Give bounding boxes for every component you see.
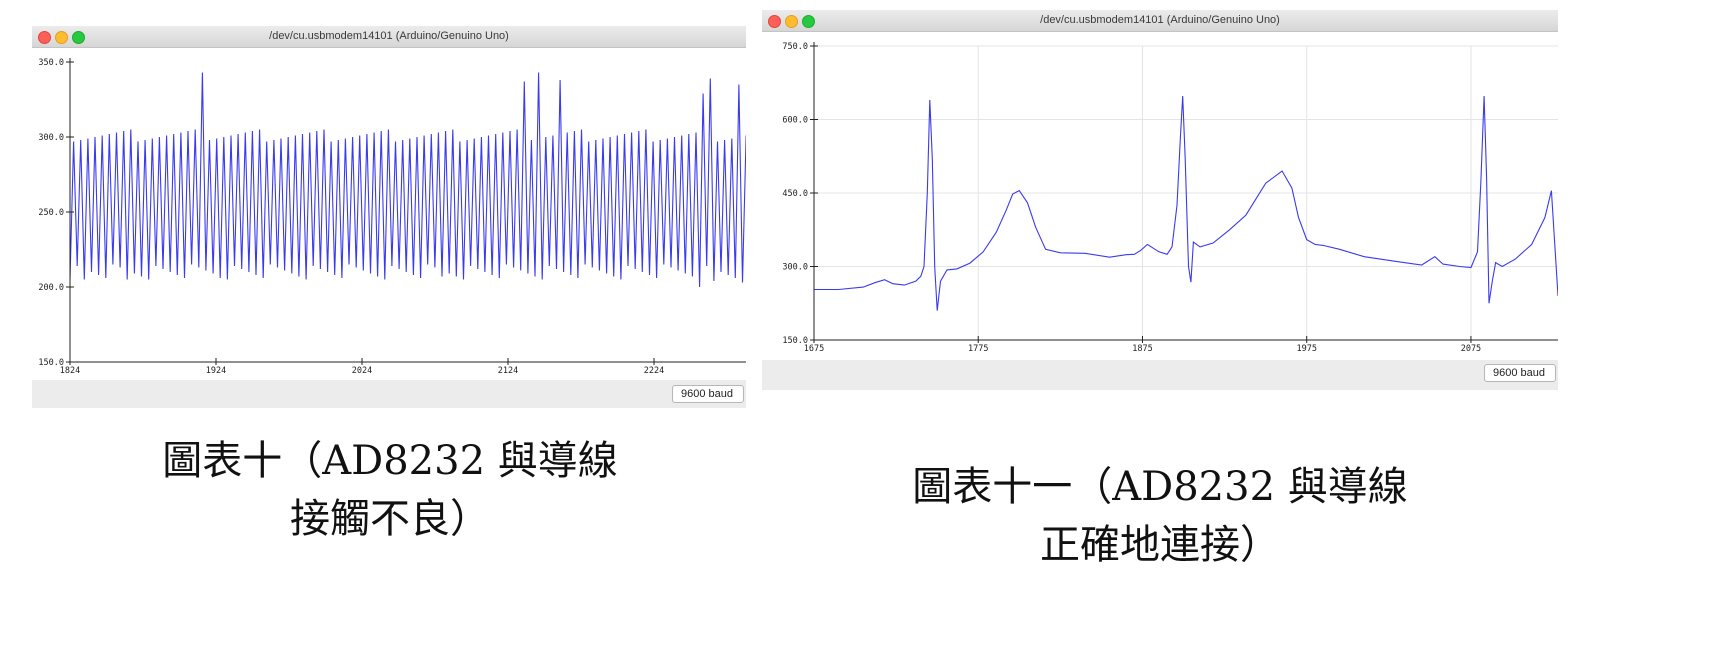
x-tick-label: 1875 [1132,344,1152,354]
left-titlebar: /dev/cu.usbmodem14101 (Arduino/Genuino U… [32,26,746,48]
x-tick-label: 1824 [60,366,80,376]
x-tick-label: 2024 [352,366,372,376]
left-plot-area: 150.0 200.0 250.0 300.0 350.0 1824 1924 2024 212… [32,48,746,380]
right-footer: 9600 baud [762,360,1558,390]
right-plot-area: 150.0 300.0 450.0 600.0 750.0 1675 1775 1875 197… [762,32,1558,368]
left-caption: 圖表十（AD8232 與導線 接觸不良） [80,432,700,548]
window-title: /dev/cu.usbmodem14101 (Arduino/Genuino U… [1040,14,1280,26]
x-tick-label: 2075 [1461,344,1481,354]
x-tick-label: 2224 [644,366,664,376]
baud-rate-select[interactable]: 9600 baud [1484,364,1556,382]
y-tick-label: 450.0 [782,189,808,199]
x-tick-label: 1924 [206,366,226,376]
left-chart: 150.0200.0250.0300.0350.01824 1924 2024 212… [38,58,746,376]
y-tick-label: 300.0 [782,263,808,273]
right-chart: 150.0300.0450.0600.0750.01675 1775 1875 197… [782,42,1558,354]
window-title: /dev/cu.usbmodem14101 (Arduino/Genuino U… [269,30,509,42]
x-tick-label: 1675 [804,344,824,354]
series-line [70,72,746,288]
x-tick-label: 1975 [1296,344,1316,354]
left-footer: 9600 baud [32,380,746,408]
y-tick-label: 300.0 [38,133,64,143]
x-tick-label: 1775 [968,344,988,354]
y-tick-label: 750.0 [782,42,808,52]
right-caption: 圖表十一（AD8232 與導線 正確地連接） [840,458,1480,574]
series-line [814,95,1558,311]
right-serial-plotter-window: /dev/cu.usbmodem14101 (Arduino/Genuino U… [762,10,1558,390]
right-caption-line2: 正確地連接） [1040,522,1280,568]
y-tick-label: 350.0 [38,58,64,68]
y-tick-label: 600.0 [782,116,808,126]
x-tick-label: 2124 [498,366,518,376]
y-tick-label: 200.0 [38,283,64,293]
y-tick-label: 250.0 [38,208,64,218]
left-serial-plotter-window: /dev/cu.usbmodem14101 (Arduino/Genuino U… [32,26,746,408]
right-caption-line1: 圖表十一（AD8232 與導線 [912,464,1408,510]
left-caption-line1: 圖表十（AD8232 與導線 [162,438,618,484]
baud-rate-select[interactable]: 9600 baud [672,385,744,403]
right-titlebar: /dev/cu.usbmodem14101 (Arduino/Genuino U… [762,10,1558,32]
left-caption-line2: 接觸不良） [290,496,490,542]
